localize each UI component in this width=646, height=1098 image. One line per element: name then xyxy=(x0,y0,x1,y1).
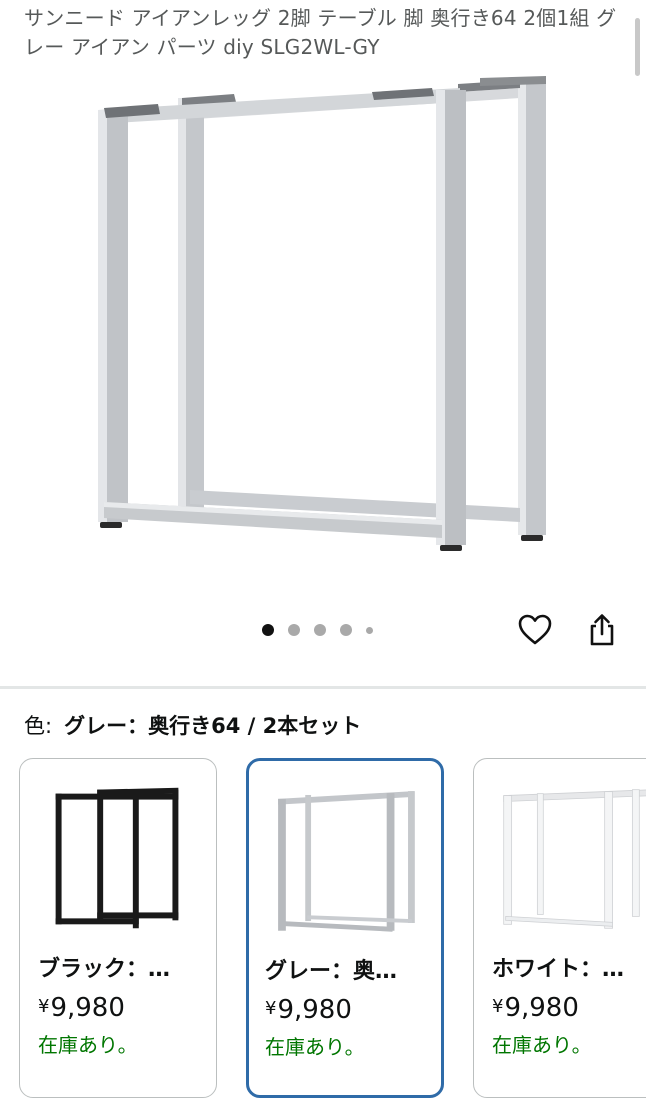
section-divider xyxy=(0,686,646,689)
share-icon[interactable] xyxy=(584,612,620,648)
stock-status: 在庫あり。 xyxy=(492,1033,592,1057)
stock-status: 在庫あり。 xyxy=(38,1033,138,1057)
scrollbar[interactable] xyxy=(635,18,640,76)
variation-image-black xyxy=(55,787,179,929)
product-image[interactable] xyxy=(60,70,580,570)
variation-name: ホワイト：… xyxy=(492,957,625,982)
variation-selector-label: 色: グレー：奥行き64 / 2本セット xyxy=(24,711,361,741)
carousel-dot-3[interactable] xyxy=(314,624,326,636)
variation-price: ¥9,980 xyxy=(265,995,352,1025)
carousel-dot-5[interactable] xyxy=(366,626,373,634)
variation-name: グレー：奥… xyxy=(265,959,398,984)
variation-label: 色: xyxy=(24,714,53,738)
variation-price: ¥9,980 xyxy=(38,993,125,1023)
variation-name: ブラック：… xyxy=(38,957,171,982)
image-carousel-dots[interactable] xyxy=(262,622,373,638)
selected-variation: グレー：奥行き64 / 2本セット xyxy=(64,714,362,738)
variation-image-gray xyxy=(278,791,415,932)
product-title: サンニード アイアンレッグ 2脚 テーブル 脚 奥行き64 2個1組 グレー ア… xyxy=(24,6,617,59)
carousel-dot-1[interactable] xyxy=(262,624,274,636)
variation-image-white xyxy=(503,789,646,929)
stock-status: 在庫あり。 xyxy=(265,1035,365,1059)
variation-price: ¥9,980 xyxy=(492,993,579,1023)
carousel-dot-4[interactable] xyxy=(340,624,352,636)
carousel-dot-2[interactable] xyxy=(288,624,300,636)
variation-option-gray[interactable]: グレー：奥… ¥9,980 在庫あり。 xyxy=(246,758,444,1098)
heart-icon[interactable] xyxy=(517,612,553,648)
variation-option-black[interactable]: ブラック：… ¥9,980 在庫あり。 xyxy=(19,758,217,1098)
variation-option-white[interactable]: ホワイト：… ¥9,980 在庫あり。 xyxy=(473,758,646,1098)
